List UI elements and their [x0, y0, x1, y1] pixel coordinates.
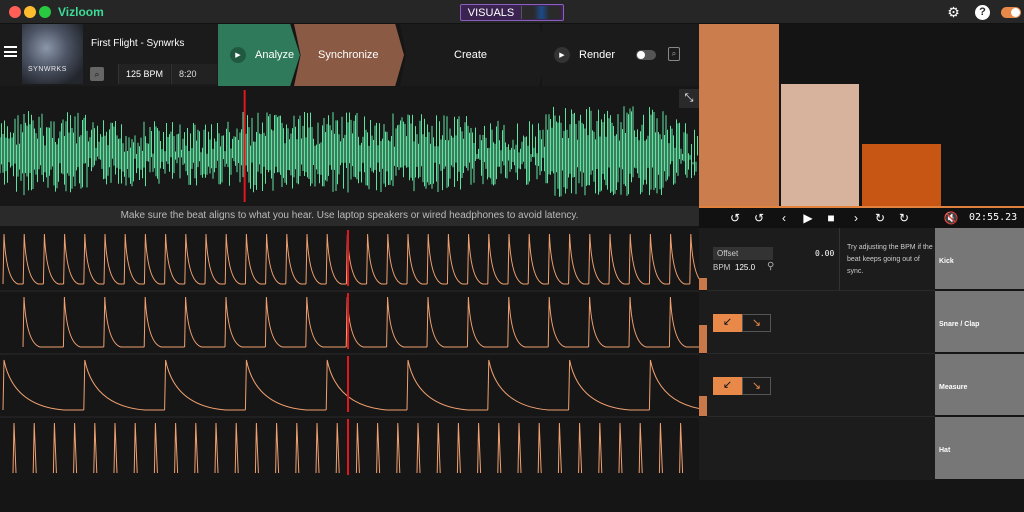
preview-bar-1	[699, 24, 779, 206]
render-preview-icon[interactable]: ⌕	[668, 47, 680, 61]
divider	[707, 416, 935, 417]
prev-icon[interactable]: ‹	[776, 211, 792, 225]
rewind-icon[interactable]: ↺	[751, 211, 767, 225]
layer-measure[interactable]: Measure	[935, 354, 1024, 416]
step-analyze-label: Analyze	[255, 49, 295, 61]
sync-panel: Offset 0.00 BPM 125.0 ⚲ Try adjusting th…	[707, 228, 935, 480]
divider	[707, 353, 935, 354]
help-icon[interactable]: ?	[975, 5, 990, 20]
beat-lanes[interactable]	[0, 228, 699, 480]
divider	[707, 290, 935, 291]
step-synchronize-label: Synchronize	[318, 49, 379, 61]
layer-snare-clap[interactable]: Snare / Clap	[935, 291, 1024, 353]
app-name: Vizloom	[58, 5, 104, 19]
snare-shift-controls: ↙ ↘	[713, 314, 772, 332]
lane-pulses-snare-clap	[22, 296, 699, 348]
shift-left-icon[interactable]: ↙	[713, 377, 742, 395]
layer-kick[interactable]: Kick	[935, 228, 1024, 290]
preview-bar-3	[862, 144, 941, 206]
waveform[interactable]	[0, 86, 699, 206]
forward-icon[interactable]: ↻	[872, 211, 888, 225]
track-bpm: 125 BPM	[118, 64, 170, 84]
gear-icon[interactable]: ⚙	[946, 5, 961, 20]
collapse-icon[interactable]: ⤡	[679, 89, 699, 108]
lane-strip-snare	[699, 291, 707, 353]
play-icon[interactable]: ▶	[800, 211, 816, 225]
mute-icon[interactable]: 🔇	[943, 211, 959, 225]
theme-toggle[interactable]	[1001, 7, 1021, 18]
visual-preview	[699, 24, 1024, 206]
zoom-window-button[interactable]	[39, 6, 51, 18]
album-art-text: SYNWRKS	[28, 66, 67, 73]
step-create-label: Create	[454, 49, 488, 61]
title-bar: Vizloom VISUALS ⚙ ?	[0, 0, 1024, 24]
step-render-label: Render	[579, 49, 616, 61]
forward-15-icon[interactable]: ↻	[896, 211, 912, 225]
transport-bar: ↺ ↺ ‹ ▶ ■ › ↻ ↻ 🔇 02:55.23	[699, 206, 1024, 228]
step-synchronize[interactable]: Synchronize	[294, 24, 404, 86]
waveform-graph	[0, 90, 698, 202]
album-art	[22, 24, 83, 84]
shift-right-icon[interactable]: ↘	[742, 377, 771, 395]
step-render[interactable]: ▶ Render ⌕	[542, 24, 700, 86]
next-icon[interactable]: ›	[848, 211, 864, 225]
visuals-button[interactable]: VISUALS	[460, 4, 564, 21]
beat-lanes-graph	[0, 230, 699, 475]
shift-right-icon[interactable]: ↘	[742, 314, 771, 332]
shift-left-icon[interactable]: ↙	[713, 314, 742, 332]
lane-strip-measure	[699, 354, 707, 416]
step-create[interactable]: Create	[400, 24, 548, 86]
minimize-window-button[interactable]	[24, 6, 36, 18]
track-search-icon[interactable]: ⌕	[90, 67, 104, 81]
playback-time: 02:55.23	[969, 212, 1018, 223]
play-icon: ▶	[230, 47, 246, 63]
lane-pulses-kick	[2, 233, 699, 285]
offset-label: Offset	[713, 247, 773, 260]
stop-icon[interactable]: ■	[823, 211, 839, 225]
bpm-label: BPM	[713, 263, 731, 272]
layer-hat[interactable]: Hat	[935, 417, 1024, 480]
visuals-thumbnail	[521, 6, 561, 19]
rewind-15-icon[interactable]: ↺	[727, 211, 743, 225]
step-analyze[interactable]: ▶ Analyze	[218, 24, 300, 86]
render-play-icon[interactable]: ▶	[554, 47, 570, 63]
waveform-path	[0, 106, 698, 197]
lane-strip-kick	[699, 228, 707, 290]
lane-strip-hat	[699, 417, 707, 480]
offset-value[interactable]: 0.00	[815, 249, 834, 258]
sync-hint: Make sure the beat aligns to what you he…	[0, 206, 699, 226]
track-title: First Flight - Synwrks	[91, 38, 185, 49]
close-window-button[interactable]	[9, 6, 21, 18]
track-duration: 8:20	[171, 64, 217, 84]
bpm-value[interactable]: 125.0	[735, 263, 755, 272]
lane-pulses-measure	[2, 359, 699, 411]
render-toggle[interactable]	[636, 50, 656, 60]
menu-icon[interactable]	[4, 46, 17, 57]
sync-tip: Try adjusting the BPM if the beat keeps …	[839, 228, 935, 290]
measure-shift-controls: ↙ ↘	[713, 377, 772, 395]
visuals-label: VISUALS	[467, 6, 515, 19]
magic-wand-icon[interactable]: ⚲	[767, 261, 774, 272]
preview-bar-2	[781, 84, 859, 206]
